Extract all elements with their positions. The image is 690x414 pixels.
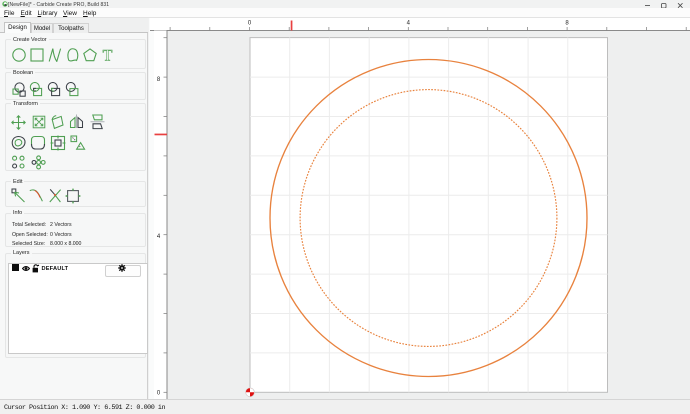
svg-text:T: T bbox=[103, 48, 113, 63]
